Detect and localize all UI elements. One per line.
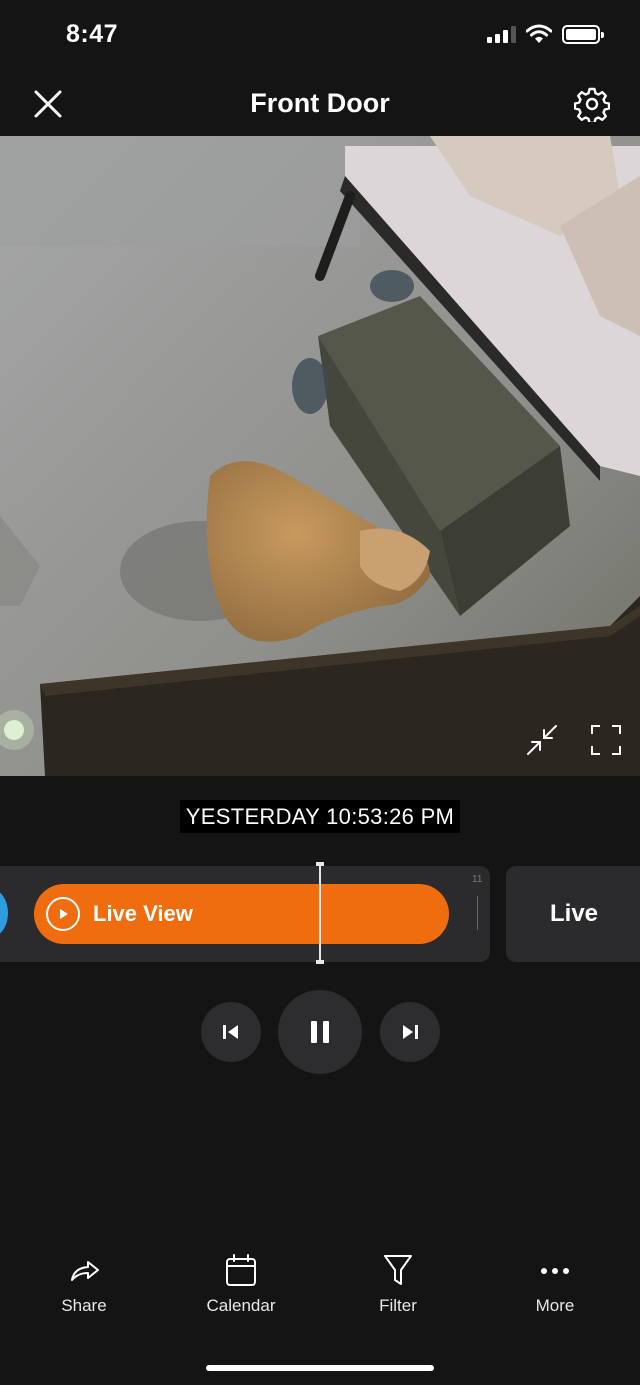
play-circle-icon bbox=[46, 897, 80, 931]
camera-video-feed[interactable] bbox=[0, 136, 640, 776]
filter-label: Filter bbox=[379, 1296, 417, 1315]
more-label: More bbox=[535, 1296, 575, 1315]
fullscreen-icon bbox=[591, 725, 621, 755]
live-view-event-pill[interactable]: Live View bbox=[34, 884, 449, 944]
filter-icon bbox=[384, 1255, 412, 1285]
header: Front Door bbox=[0, 72, 640, 136]
pause-button[interactable] bbox=[278, 990, 362, 1074]
calendar-button[interactable]: Calendar bbox=[181, 1250, 301, 1316]
live-button-label: Live bbox=[550, 900, 599, 927]
live-button[interactable]: Live bbox=[506, 866, 640, 962]
collapse-icon bbox=[527, 725, 557, 755]
event-timestamp: YESTERDAY 10:53:26 PM bbox=[0, 800, 640, 833]
battery-icon bbox=[562, 24, 604, 44]
fullscreen-button[interactable] bbox=[588, 722, 624, 758]
skip-previous-icon bbox=[223, 1025, 238, 1039]
previous-event-button[interactable] bbox=[201, 1002, 261, 1062]
timeline-tick-mark bbox=[477, 896, 478, 930]
calendar-label: Calendar bbox=[206, 1296, 276, 1315]
wifi-icon bbox=[526, 24, 552, 43]
camera-scene-image bbox=[0, 136, 640, 776]
gear-icon bbox=[573, 87, 611, 125]
playhead-bottom-cap bbox=[316, 960, 324, 964]
live-view-label: Live View bbox=[93, 901, 193, 926]
share-icon bbox=[71, 1261, 99, 1281]
next-event-button[interactable] bbox=[380, 1002, 440, 1062]
timeline-tick-label: 11 bbox=[472, 874, 483, 885]
event-timestamp-text: YESTERDAY 10:53:26 PM bbox=[179, 800, 461, 833]
playhead-top-cap bbox=[316, 862, 324, 866]
share-label: Share bbox=[61, 1296, 107, 1315]
collapse-button[interactable] bbox=[524, 722, 560, 758]
status-time: 8:47 bbox=[66, 20, 119, 48]
calendar-icon bbox=[226, 1254, 256, 1286]
signal-icon bbox=[487, 25, 516, 43]
bottom-toolbar: Share Calendar Filter More bbox=[0, 1250, 640, 1330]
settings-button[interactable] bbox=[573, 86, 611, 125]
status-icons bbox=[487, 24, 604, 44]
home-indicator[interactable] bbox=[206, 1365, 434, 1371]
event-history-screen: 8:47 Front Door YESTERDAY 10:53:26 PM Li… bbox=[0, 0, 640, 1385]
status-bar: 8:47 bbox=[0, 0, 640, 72]
more-button[interactable]: More bbox=[495, 1250, 615, 1316]
filter-button[interactable]: Filter bbox=[338, 1250, 458, 1316]
pause-icon bbox=[311, 1021, 329, 1043]
timeline-playhead[interactable] bbox=[319, 864, 321, 964]
more-icon bbox=[541, 1268, 569, 1274]
skip-next-icon bbox=[403, 1025, 418, 1039]
share-button[interactable]: Share bbox=[24, 1250, 144, 1316]
page-title: Front Door bbox=[250, 88, 390, 118]
